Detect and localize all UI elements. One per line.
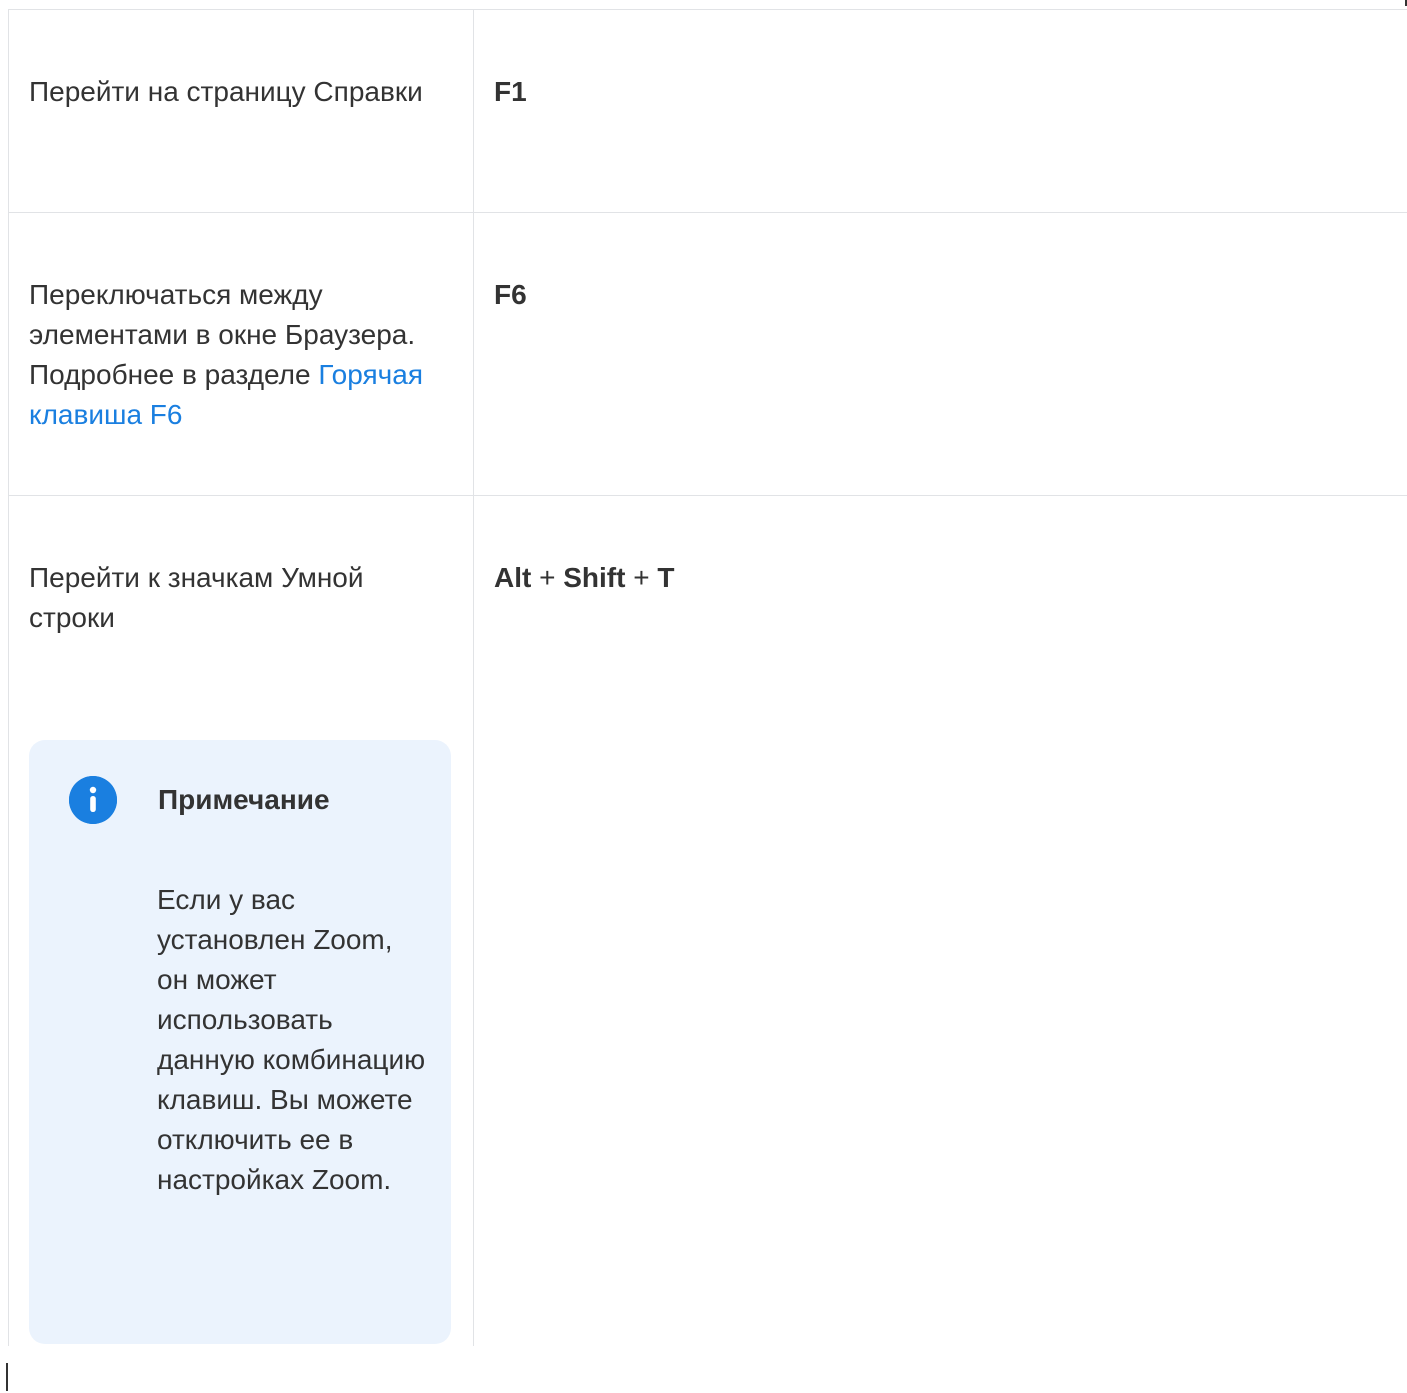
action-cell: Переключаться между элементами в окне Бр… — [8, 212, 474, 496]
info-icon — [69, 776, 117, 824]
table-row: Переключаться между элементами в окне Бр… — [8, 212, 1407, 496]
keys-cell: F6 — [473, 212, 1407, 496]
left-edge-mark — [6, 1363, 8, 1391]
key-separator: + — [539, 562, 564, 593]
action-text: Перейти к значкам Умной строки — [29, 562, 364, 633]
note-text: Если у вас установлен Zoom, он может исп… — [157, 884, 426, 1195]
action-cell: Перейти на страницу Справки — [8, 9, 474, 213]
note-title: Примечание — [158, 784, 330, 815]
key-label: T — [657, 562, 675, 593]
shortcut-table: Перейти на страницу Справки F1 Переключа… — [8, 9, 1407, 1346]
keys-cell: Alt + Shift + T — [473, 495, 1407, 1346]
action-cell: Перейти к значкам Умной строки Примечани… — [8, 495, 474, 1346]
table-row: Перейти на страницу Справки F1 — [8, 9, 1407, 213]
key-label: F1 — [494, 76, 527, 107]
note-box: Примечание Если у вас установлен Zoom, о… — [29, 740, 451, 1344]
note-header: Примечание — [29, 776, 451, 824]
keys-cell: F1 — [473, 9, 1407, 213]
key-label: F6 — [494, 279, 527, 310]
key-label: Alt — [494, 562, 532, 593]
page: Перейти на страницу Справки F1 Переключа… — [0, 0, 1407, 1393]
action-text: Перейти на страницу Справки — [29, 76, 423, 107]
key-label: Shift — [563, 562, 626, 593]
table-row: Перейти к значкам Умной строки Примечани… — [8, 495, 1407, 1346]
key-separator: + — [633, 562, 658, 593]
